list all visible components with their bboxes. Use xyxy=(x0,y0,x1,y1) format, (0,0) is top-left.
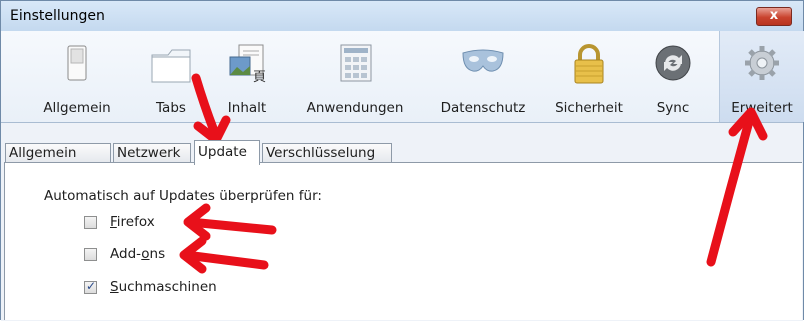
tab-update[interactable]: Update xyxy=(194,140,260,165)
tab-label: Update xyxy=(198,144,247,160)
red-arrow-erweitert xyxy=(706,113,755,267)
annotation-arrows xyxy=(179,73,768,274)
